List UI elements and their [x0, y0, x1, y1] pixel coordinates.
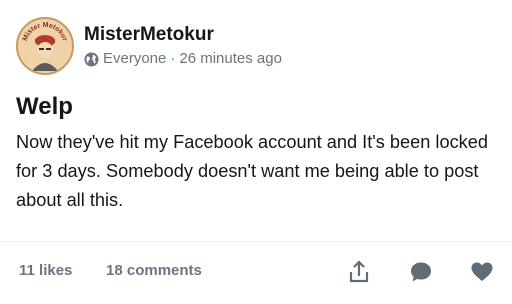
- avatar-image: Mister Metokur: [18, 19, 72, 73]
- visibility-label: Everyone: [103, 50, 167, 67]
- post-footer: 11 likes 18 comments: [0, 242, 512, 304]
- post-meta: Everyone · 26 minutes ago: [84, 50, 282, 68]
- author-block: MisterMetokur Everyone · 26 minutes ago: [84, 24, 282, 68]
- post-title: Welp: [16, 93, 73, 120]
- post-card: Mister Metokur MisterMetokur Everyone · …: [0, 0, 512, 304]
- meta-separator: ·: [170, 50, 176, 67]
- heart-icon[interactable]: [469, 259, 495, 285]
- post-body: Now they've hit my Facebook account and …: [16, 132, 488, 210]
- globe-icon: [84, 51, 99, 67]
- timestamp[interactable]: 26 minutes ago: [179, 50, 282, 68]
- author-name[interactable]: MisterMetokur: [84, 24, 282, 46]
- comment-icon[interactable]: [408, 259, 434, 285]
- post-header: Mister Metokur MisterMetokur Everyone · …: [16, 16, 282, 76]
- share-icon[interactable]: [346, 259, 372, 285]
- avatar[interactable]: Mister Metokur: [16, 17, 74, 75]
- likes-count[interactable]: 11 likes: [19, 262, 72, 280]
- comments-count[interactable]: 18 comments: [106, 262, 202, 280]
